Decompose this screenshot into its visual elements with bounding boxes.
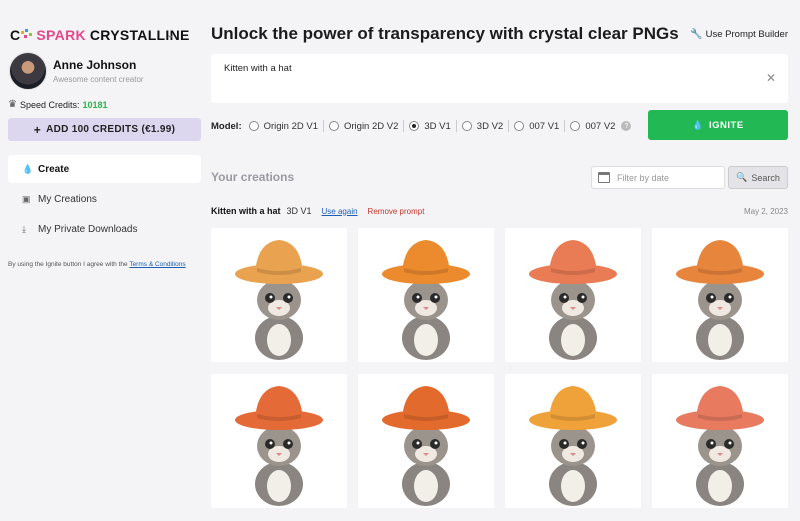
model-option-label: Origin 2D V2 bbox=[344, 120, 399, 132]
drop-icon: 💧 bbox=[22, 163, 34, 174]
search-icon: 🔍 bbox=[736, 172, 748, 182]
generated-image-tile[interactable] bbox=[211, 374, 347, 508]
section-title: Your creations bbox=[211, 170, 295, 184]
sidebar-item-label: My Creations bbox=[38, 193, 97, 205]
avatar bbox=[9, 52, 47, 90]
add-credits-button[interactable]: + ADD 100 CREDITS (€1.99) bbox=[8, 118, 201, 141]
model-option-label: 007 V2 bbox=[585, 120, 616, 132]
calendar-icon bbox=[598, 172, 610, 183]
close-icon[interactable]: ✕ bbox=[766, 71, 776, 85]
kitten-image bbox=[382, 386, 470, 506]
radio-icon[interactable] bbox=[329, 121, 339, 131]
ignite-label: IGNITE bbox=[709, 119, 744, 131]
terms-notice: By using the Ignite button I agree with … bbox=[8, 260, 188, 270]
date-filter-input[interactable] bbox=[617, 172, 717, 183]
radio-icon[interactable] bbox=[570, 121, 581, 131]
app-window: C SPARK CRYSTALLINE ⌄ Anne Johnson Aweso… bbox=[0, 0, 800, 521]
prompt-input[interactable] bbox=[224, 63, 744, 74]
drop-icon: 💧 bbox=[692, 119, 705, 130]
divider bbox=[564, 120, 566, 132]
download-icon: ⤓ bbox=[22, 223, 26, 234]
kitten-image bbox=[676, 240, 764, 360]
sidebar-item-private-downloads[interactable]: ⤓ My Private Downloads bbox=[8, 215, 201, 243]
logo-sparkle-icon bbox=[21, 29, 33, 41]
terms-text: By using the Ignite button I agree with … bbox=[8, 261, 128, 268]
kitten-image bbox=[382, 240, 470, 360]
model-label: Model: bbox=[211, 120, 242, 132]
radio-icon[interactable] bbox=[461, 121, 472, 131]
model-option-007-v2[interactable]: 007 V2 bbox=[570, 121, 615, 132]
divider bbox=[455, 120, 457, 132]
use-again-link[interactable]: Use again bbox=[322, 207, 358, 216]
brand-logo-spark: SPARK bbox=[36, 27, 86, 43]
sidebar: C SPARK CRYSTALLINE ⌄ Anne Johnson Aweso… bbox=[0, 0, 210, 521]
chevron-down-icon[interactable]: ⌄ bbox=[166, 28, 175, 41]
kitten-image bbox=[529, 240, 617, 360]
brand-logo-c: C bbox=[10, 27, 21, 43]
generation-header: Kitten with a hat 3D V1 Use again Remove… bbox=[211, 205, 788, 217]
kitten-image bbox=[529, 386, 617, 506]
divider bbox=[508, 120, 510, 132]
model-option-origin-2d-v1[interactable]: Origin 2D V1 bbox=[248, 120, 318, 132]
add-credits-label: ADD 100 CREDITS (€1.99) bbox=[46, 124, 176, 135]
generated-image-tile[interactable] bbox=[505, 228, 641, 362]
sidebar-item-create[interactable]: 💧 Create bbox=[8, 155, 201, 183]
generated-image-tile[interactable] bbox=[358, 374, 494, 508]
terms-link[interactable]: Terms & Conditions bbox=[129, 261, 185, 268]
user-profile[interactable]: Anne Johnson Awesome content creator bbox=[9, 52, 144, 90]
search-label: Search bbox=[751, 172, 780, 183]
search-button[interactable]: 🔍 Search bbox=[728, 166, 788, 189]
model-option-label: 3D V2 bbox=[476, 120, 504, 132]
main-content: Unlock the power of transparency with cr… bbox=[211, 0, 800, 521]
generation-model: 3D V1 bbox=[286, 206, 312, 216]
generated-image-tile[interactable] bbox=[358, 228, 494, 362]
radio-checked-icon[interactable] bbox=[409, 121, 420, 131]
divider bbox=[403, 120, 405, 132]
date-filter[interactable] bbox=[591, 166, 725, 189]
images-icon: ▣ bbox=[22, 193, 31, 204]
info-icon[interactable]: ? bbox=[621, 121, 632, 131]
kitten-image bbox=[235, 240, 323, 360]
kitten-image bbox=[235, 386, 323, 506]
model-option-3d-v2[interactable]: 3D V2 bbox=[461, 120, 504, 132]
page-title: Unlock the power of transparency with cr… bbox=[211, 24, 679, 43]
prompt-builder-button[interactable]: 🔧 Use Prompt Builder bbox=[690, 29, 788, 40]
wrench-icon: 🔧 bbox=[690, 29, 703, 40]
speed-credits: ♛ Speed Credits: 10181 bbox=[8, 99, 108, 110]
divider bbox=[323, 120, 324, 132]
model-option-label: 3D V1 bbox=[424, 120, 451, 132]
sidebar-item-my-creations[interactable]: ▣ My Creations bbox=[8, 185, 201, 213]
remove-prompt-link[interactable]: Remove prompt bbox=[368, 207, 425, 216]
brand-logo[interactable]: C SPARK CRYSTALLINE bbox=[10, 26, 190, 44]
prompt-box: ✕ bbox=[211, 54, 788, 103]
generated-image-tile[interactable] bbox=[505, 374, 641, 508]
radio-icon[interactable] bbox=[514, 121, 525, 131]
generated-image-tile[interactable] bbox=[652, 228, 788, 362]
model-option-origin-2d-v2[interactable]: Origin 2D V2 bbox=[329, 121, 398, 132]
sidebar-item-label: My Private Downloads bbox=[38, 223, 138, 235]
sidebar-nav: 💧 Create ▣ My Creations ⤓ My Private Dow… bbox=[8, 155, 201, 245]
plus-icon: + bbox=[33, 122, 42, 137]
sidebar-item-label: Create bbox=[38, 163, 70, 175]
generated-image-tile[interactable] bbox=[652, 374, 788, 508]
ignite-button[interactable]: 💧 IGNITE bbox=[648, 110, 788, 140]
model-option-007-v1[interactable]: 007 V1 bbox=[514, 121, 559, 132]
model-option-label: Origin 2D V1 bbox=[263, 120, 318, 132]
kitten-image bbox=[676, 386, 764, 506]
credits-count: 10181 bbox=[82, 99, 108, 110]
generated-image-tile[interactable] bbox=[211, 228, 347, 362]
prompt-builder-label: Use Prompt Builder bbox=[705, 29, 788, 40]
credits-label: Speed Credits: bbox=[19, 99, 80, 110]
model-selector: Model: Origin 2D V1 Origin 2D V2 3D V1 3… bbox=[211, 117, 632, 135]
radio-icon[interactable] bbox=[248, 121, 259, 131]
profile-role: Awesome content creator bbox=[53, 75, 144, 84]
profile-name: Anne Johnson bbox=[53, 58, 137, 72]
crown-icon: ♛ bbox=[8, 99, 17, 110]
model-option-3d-v1[interactable]: 3D V1 bbox=[409, 120, 451, 132]
generation-prompt: Kitten with a hat bbox=[211, 206, 281, 216]
model-option-label: 007 V1 bbox=[529, 120, 560, 132]
generation-date: May 2, 2023 bbox=[743, 206, 788, 216]
